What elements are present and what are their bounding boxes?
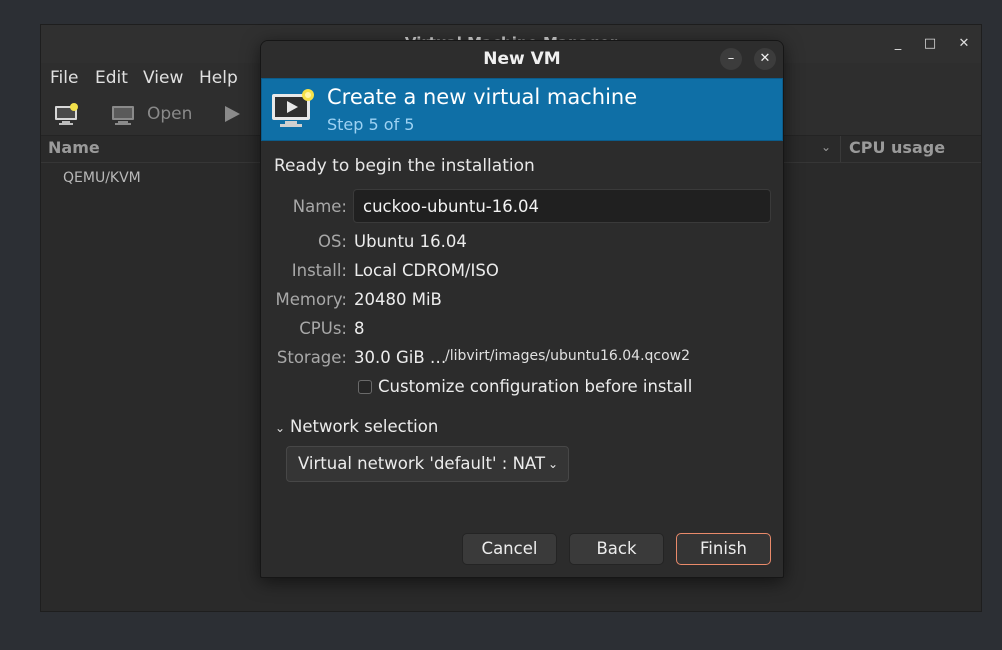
banner-title: Create a new virtual machine [327, 85, 638, 109]
column-cpu-usage[interactable]: CPU usage [849, 138, 945, 157]
minimize-button[interactable]: _ [886, 33, 910, 55]
cpus-label: CPUs: [299, 319, 347, 338]
expander-chevron-icon[interactable]: ⌄ [275, 421, 285, 435]
dialog-titlebar[interactable]: New VM – ✕ [261, 41, 783, 78]
chevron-down-icon: ⌄ [547, 457, 558, 471]
os-value: Ubuntu 16.04 [354, 232, 467, 251]
step-banner: Create a new virtual machine Step 5 of 5 [261, 78, 783, 141]
network-selection-expander[interactable]: Network selection [290, 417, 438, 436]
column-name[interactable]: Name [48, 138, 100, 157]
play-icon[interactable] [223, 105, 241, 127]
network-select-value: Virtual network 'default' : NAT [298, 454, 546, 473]
network-select[interactable]: Virtual network 'default' : NAT ⌄ [286, 446, 569, 482]
dialog-minimize-button[interactable]: – [720, 48, 742, 70]
menu-edit[interactable]: Edit [95, 68, 128, 88]
name-label: Name: [292, 197, 347, 216]
open-button[interactable]: Open [147, 104, 192, 124]
storage-value: 30.0 GiB … [354, 348, 447, 367]
maximize-button[interactable]: □ [918, 33, 942, 55]
new-vm-icon [270, 88, 318, 136]
menu-file[interactable]: File [50, 68, 78, 88]
customize-checkbox[interactable] [358, 380, 372, 394]
cancel-button[interactable]: Cancel [462, 533, 557, 565]
banner-step: Step 5 of 5 [327, 115, 415, 134]
os-label: OS: [317, 232, 347, 251]
install-label: Install: [291, 261, 347, 280]
monitor-icon[interactable] [111, 105, 135, 131]
dialog-title: New VM [483, 49, 561, 69]
column-chevron-icon[interactable]: ⌄ [821, 140, 831, 154]
install-value: Local CDROM/ISO [354, 261, 499, 280]
customize-label[interactable]: Customize configuration before install [378, 377, 692, 396]
back-button[interactable]: Back [569, 533, 664, 565]
ready-text: Ready to begin the installation [274, 156, 535, 176]
storage-path: /libvirt/images/ubuntu16.04.qcow2 [445, 348, 691, 364]
column-divider [840, 136, 841, 162]
dialog-close-button[interactable]: ✕ [754, 48, 776, 70]
list-item-qemu[interactable]: QEMU/KVM [63, 170, 141, 186]
new-vm-icon[interactable] [54, 103, 80, 131]
cpus-value: 8 [354, 319, 365, 338]
new-vm-dialog: New VM – ✕ Create a new virtual machine … [260, 40, 784, 578]
menu-view[interactable]: View [143, 68, 183, 88]
storage-label: Storage: [276, 348, 347, 367]
memory-value: 20480 MiB [354, 290, 442, 309]
name-field[interactable] [353, 189, 771, 223]
close-button[interactable]: ✕ [952, 33, 976, 55]
finish-button[interactable]: Finish [676, 533, 771, 565]
menu-help[interactable]: Help [199, 68, 238, 88]
memory-label: Memory: [275, 290, 347, 309]
